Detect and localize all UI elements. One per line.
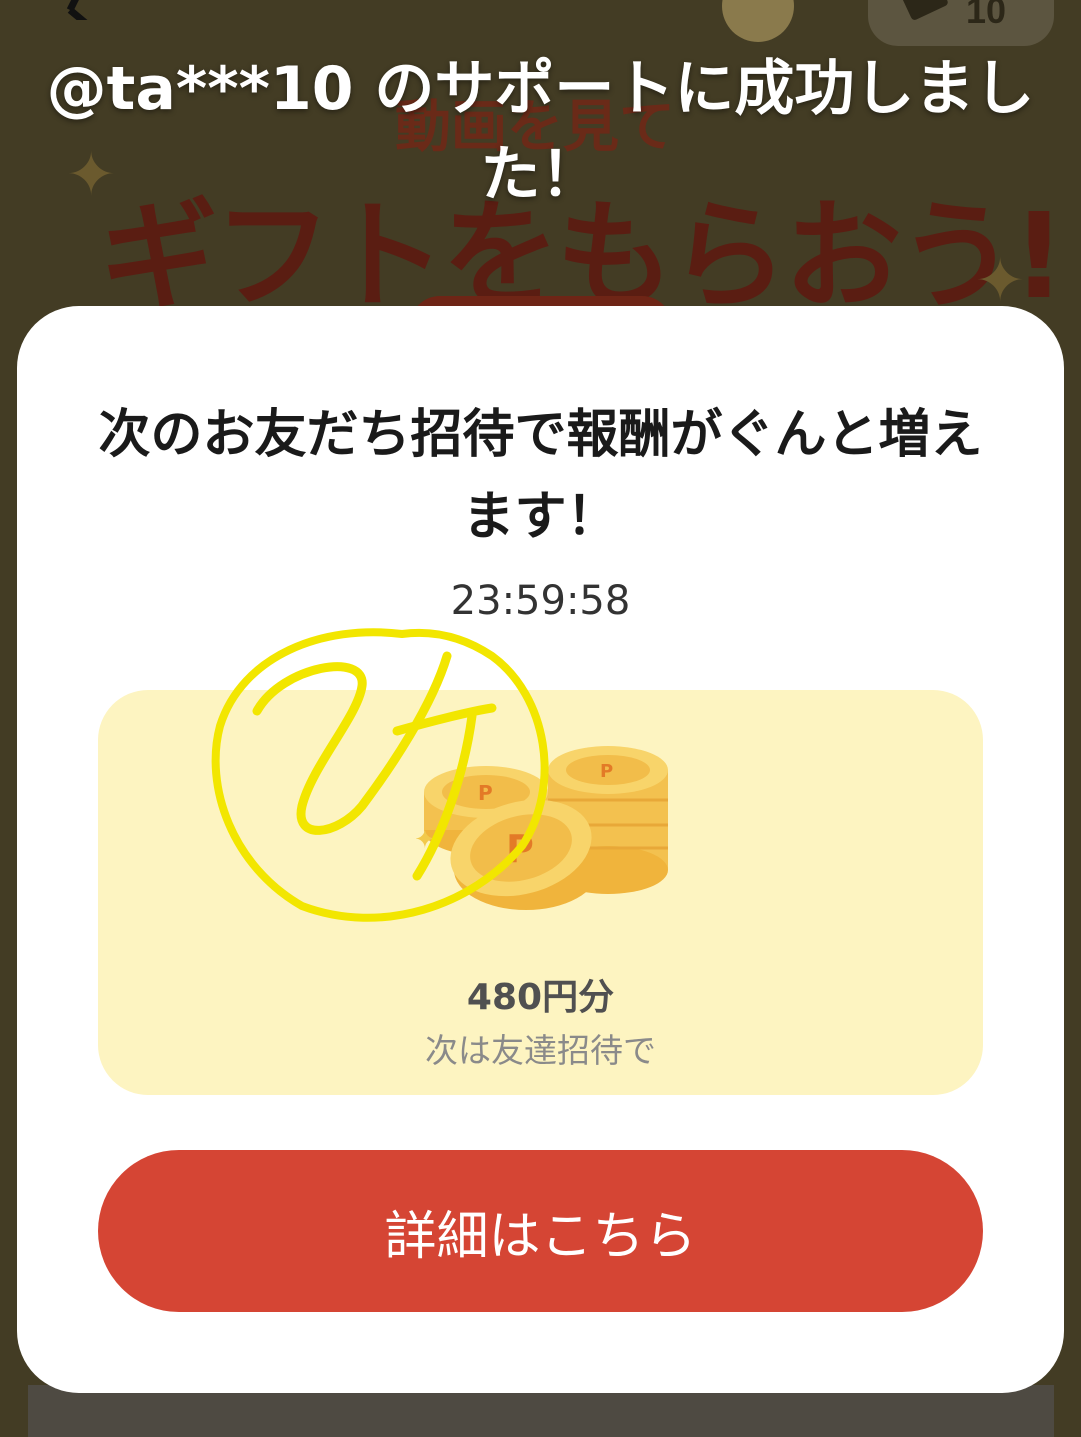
svg-text:P: P [600,761,613,782]
back-arrow-icon [66,0,88,20]
ticket-count: 10 [966,0,1007,31]
reward-card: P P P ✦ 480円分 次は友達招待で [98,690,983,1095]
svg-text:✦: ✦ [416,825,436,855]
ticket-counter [868,0,1054,46]
invite-reward-modal: 次のお友だち招待で報酬がぐんと増えます！ 23:59:58 P P P ✦ 48… [17,306,1064,1393]
details-button[interactable]: 詳細はこちら [98,1150,983,1312]
reward-caption: 次は友達招待で [425,1031,656,1070]
reward-amount: 480円分 [466,977,615,1018]
coins-icon: P P P ✦ [416,746,668,910]
avatar [722,0,794,42]
countdown-timer: 23:59:58 [450,578,631,624]
svg-text:P: P [506,827,534,871]
svg-text:P: P [478,781,493,805]
success-toast: @ta***10 のサポートに成功しました！ [46,54,1035,210]
modal-title: 次のお友だち招待で報酬がぐんと増えます！ [98,405,983,547]
